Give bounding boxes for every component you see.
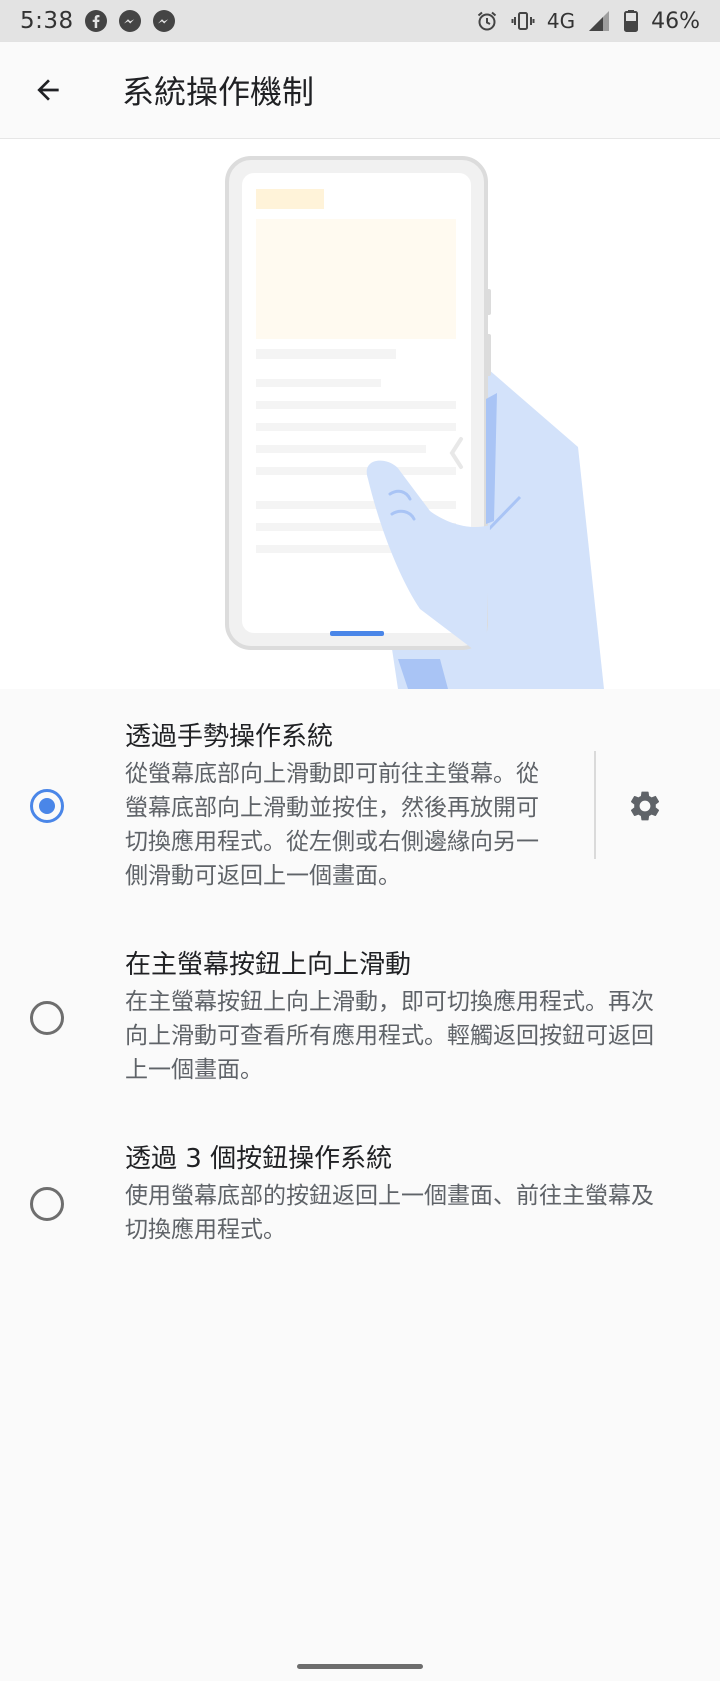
network-type: 4G (546, 9, 576, 33)
facebook-icon (84, 9, 108, 33)
back-button[interactable] (20, 62, 76, 118)
battery-icon (623, 9, 639, 33)
alarm-icon (475, 9, 499, 33)
battery-percent: 46% (651, 8, 700, 34)
arrow-back-icon (37, 79, 59, 101)
page-title: 系統操作機制 (122, 73, 315, 111)
status-time: 5:38 (20, 8, 74, 34)
divider (594, 751, 596, 859)
radio-three-button-navigation[interactable] (30, 1187, 64, 1221)
app-bar: 系統操作機制 (0, 42, 720, 139)
signal-icon (587, 9, 611, 33)
messenger-icon (118, 9, 142, 33)
gesture-settings-button[interactable] (620, 781, 670, 831)
radio-gesture-navigation[interactable] (30, 789, 64, 823)
gear-icon (630, 791, 660, 821)
radio-two-button-navigation[interactable] (30, 1001, 64, 1035)
home-indicator[interactable] (297, 1664, 423, 1669)
vibrate-icon (511, 9, 535, 33)
option-title: 透過手勢操作系統 (125, 722, 334, 752)
gesture-illustration (0, 139, 720, 689)
option-description: 使用螢幕底部的按鈕返回上一個畫面、前往主螢幕及 切換應用程式。 (125, 1183, 654, 1243)
option-gesture-navigation[interactable]: 透過手勢操作系統 從螢幕底部向上滑動即可前往主螢幕。從 螢幕底部向上滑動並按住，… (0, 689, 720, 917)
status-bar: 5:38 4G 46% (0, 0, 720, 42)
option-two-button-navigation[interactable]: 在主螢幕按鈕上向上滑動 在主螢幕按鈕上向上滑動，即可切換應用程式。再次 向上滑動… (0, 917, 720, 1111)
option-three-button-navigation[interactable]: 透過 3 個按鈕操作系統 使用螢幕底部的按鈕返回上一個畫面、前往主螢幕及 切換應… (0, 1111, 720, 1271)
navigation-options: 透過手勢操作系統 從螢幕底部向上滑動即可前往主螢幕。從 螢幕底部向上滑動並按住，… (0, 689, 720, 1271)
option-title: 在主螢幕按鈕上向上滑動 (125, 950, 412, 980)
option-title: 透過 3 個按鈕操作系統 (125, 1144, 393, 1174)
option-description: 在主螢幕按鈕上向上滑動，即可切換應用程式。再次 向上滑動可查看所有應用程式。輕觸… (125, 989, 654, 1083)
option-description: 從螢幕底部向上滑動即可前往主螢幕。從 螢幕底部向上滑動並按住，然後再放開可 切換… (125, 761, 539, 889)
messenger-icon (152, 9, 176, 33)
